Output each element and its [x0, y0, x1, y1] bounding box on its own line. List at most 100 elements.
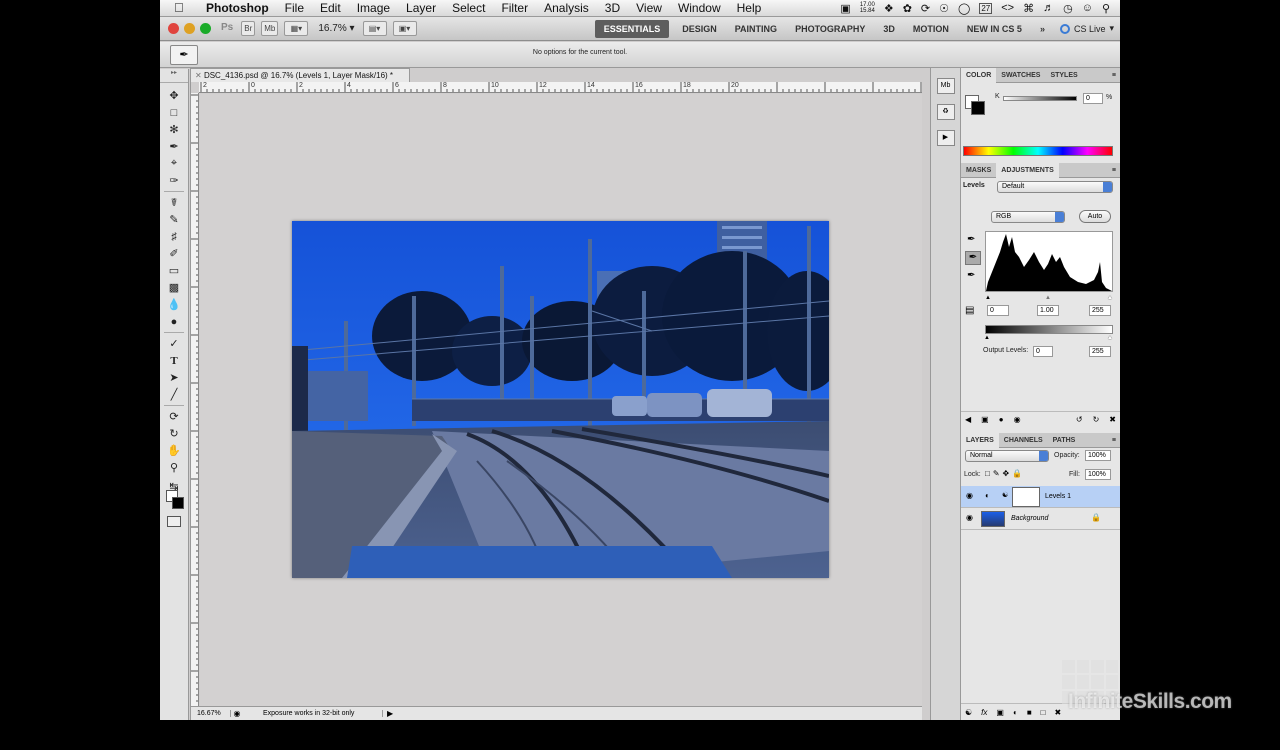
- path-selection-icon[interactable]: ➤: [164, 369, 184, 386]
- opacity-field[interactable]: 100%: [1085, 450, 1111, 461]
- actions-panel-icon[interactable]: ▶: [936, 130, 955, 146]
- tab-adjustments[interactable]: ADJUSTMENTS: [996, 162, 1059, 178]
- menu-image[interactable]: Image: [349, 1, 398, 15]
- monitor-icon[interactable]: ▣: [840, 2, 850, 15]
- lasso-tool-icon[interactable]: ✻: [164, 121, 184, 138]
- gradient-tool-icon[interactable]: ▩: [164, 279, 184, 296]
- layer-row-levels[interactable]: ◉ ◐ ☯ Levels 1: [961, 486, 1120, 508]
- document-tab[interactable]: ✕ DSC_4136.psd @ 16.7% (Levels 1, Layer …: [190, 68, 410, 82]
- hand-tool-icon[interactable]: ✋: [164, 442, 184, 459]
- status-menu-arrow-icon[interactable]: ▶: [383, 709, 393, 718]
- output-black-handle[interactable]: ▲: [984, 335, 990, 341]
- close-document-icon[interactable]: ✕: [195, 71, 202, 80]
- view-extras-icon[interactable]: ▦▾: [284, 21, 309, 36]
- layer-style-icon[interactable]: fx: [981, 708, 987, 717]
- sync-icon[interactable]: ⟳: [921, 2, 930, 15]
- zoom-button[interactable]: [200, 23, 211, 34]
- code-icon[interactable]: <>: [1001, 2, 1014, 14]
- output-black-field[interactable]: 0: [1033, 346, 1053, 357]
- menu-3d[interactable]: 3D: [597, 1, 628, 15]
- eraser-tool-icon[interactable]: ▭: [164, 262, 184, 279]
- status-zoom[interactable]: 16.67%: [191, 710, 231, 717]
- layer-mask-thumbnail[interactable]: [1012, 487, 1040, 507]
- layer-row-background[interactable]: ◉ Background 🔒: [961, 508, 1120, 530]
- input-sliders[interactable]: ▲ ▲ ▲: [985, 295, 1115, 301]
- cs-live-button[interactable]: CS Live ▾: [1054, 23, 1120, 34]
- blend-mode-dropdown[interactable]: Normal: [965, 450, 1049, 462]
- type-tool-icon[interactable]: T: [164, 352, 184, 369]
- arrange-documents-icon[interactable]: ▤▾: [362, 21, 387, 36]
- minimize-button[interactable]: [184, 23, 195, 34]
- output-white-handle[interactable]: ▲: [1107, 335, 1113, 341]
- k-slider[interactable]: [1003, 96, 1077, 101]
- move-tool-icon[interactable]: ✥: [164, 87, 184, 104]
- close-button[interactable]: [168, 23, 179, 34]
- spotlight-icon[interactable]: ⚲: [1102, 2, 1110, 15]
- marquee-tool-icon[interactable]: □: [164, 104, 184, 121]
- expanded-view-icon[interactable]: ▣: [981, 415, 989, 424]
- delete-adjustment-icon[interactable]: ✖: [1109, 415, 1120, 424]
- input-gamma-field[interactable]: 1.00: [1037, 305, 1059, 316]
- tab-channels[interactable]: CHANNELS: [999, 433, 1048, 448]
- paw-icon[interactable]: ✿: [903, 2, 912, 15]
- delete-layer-icon[interactable]: ✖: [1055, 708, 1062, 717]
- visibility-eye-icon[interactable]: ◉: [964, 513, 975, 523]
- workspace-3d[interactable]: 3D: [874, 24, 904, 34]
- pen-tool-icon[interactable]: ✓: [164, 335, 184, 352]
- visibility-toggle-icon[interactable]: ◉: [1014, 415, 1021, 424]
- menu-view[interactable]: View: [628, 1, 670, 15]
- zoom-tool-icon[interactable]: ⚲: [164, 459, 184, 476]
- fill-field[interactable]: 100%: [1085, 469, 1111, 480]
- menu-select[interactable]: Select: [444, 1, 493, 15]
- eyedropper-tool-icon[interactable]: ✑: [164, 172, 184, 189]
- panel-menu-icon[interactable]: ≡: [1112, 72, 1120, 79]
- document-image[interactable]: [292, 221, 829, 578]
- minibridge-button[interactable]: Mb: [261, 21, 279, 36]
- workspace-motion[interactable]: MOTION: [904, 24, 958, 34]
- history-panel-icon[interactable]: ♻: [936, 104, 955, 120]
- user-icon[interactable]: ☺: [1082, 2, 1093, 14]
- menu-window[interactable]: Window: [670, 1, 729, 15]
- menu-filter[interactable]: Filter: [493, 1, 536, 15]
- new-group-icon[interactable]: ■: [1027, 708, 1032, 717]
- color-bg-swatch[interactable]: [971, 101, 985, 115]
- white-point-eyedropper-icon[interactable]: ✒: [967, 270, 975, 281]
- workspace-painting[interactable]: PAINTING: [726, 24, 786, 34]
- tab-styles[interactable]: STYLES: [1045, 68, 1082, 83]
- black-point-eyedropper-icon[interactable]: ✒: [967, 234, 975, 245]
- vertical-ruler[interactable]: [191, 93, 199, 709]
- menu-analysis[interactable]: Analysis: [536, 1, 597, 15]
- k-value-field[interactable]: 0: [1083, 93, 1103, 104]
- add-mask-icon[interactable]: ▣: [996, 708, 1004, 717]
- menu-edit[interactable]: Edit: [312, 1, 349, 15]
- new-adjustment-icon[interactable]: ◐: [1013, 708, 1018, 717]
- panel-menu-icon[interactable]: ≡: [1112, 437, 1120, 444]
- wifi-icon[interactable]: ⌘: [1023, 2, 1034, 15]
- clone-stamp-icon[interactable]: ♯: [164, 228, 184, 245]
- workspace-photography[interactable]: PHOTOGRAPHY: [786, 24, 874, 34]
- channel-dropdown[interactable]: RGB: [991, 211, 1065, 223]
- globe-icon[interactable]: ◯: [958, 2, 970, 15]
- new-layer-icon[interactable]: □: [1041, 708, 1046, 717]
- previous-state-icon[interactable]: ↺: [1076, 415, 1083, 424]
- color-ramp[interactable]: [963, 146, 1113, 156]
- gamma-input-handle[interactable]: ▲: [1045, 295, 1051, 301]
- input-black-field[interactable]: 0: [987, 305, 1009, 316]
- lock-options-icons[interactable]: □✎✥🔒: [985, 469, 1025, 478]
- brush-tool-icon[interactable]: ✎: [164, 211, 184, 228]
- link-icon[interactable]: ☯: [1002, 491, 1008, 499]
- workspace-design[interactable]: DESIGN: [673, 24, 726, 34]
- menu-help[interactable]: Help: [729, 1, 770, 15]
- workspace-new-in-cs5[interactable]: NEW IN CS 5: [958, 24, 1031, 34]
- quick-selection-icon[interactable]: ✒: [164, 138, 184, 155]
- volume-icon[interactable]: ♬: [1043, 2, 1054, 14]
- menu-layer[interactable]: Layer: [398, 1, 444, 15]
- bridge-button[interactable]: Br: [241, 21, 256, 36]
- healing-brush-icon[interactable]: ☤: [164, 194, 184, 211]
- auto-button[interactable]: Auto: [1079, 210, 1111, 223]
- screen-mode-icon[interactable]: ▣▾: [392, 21, 417, 36]
- tools-collapse-icon[interactable]: ▸▸: [160, 69, 188, 83]
- accessibility-icon[interactable]: ☉: [939, 2, 949, 15]
- output-white-field[interactable]: 255: [1089, 346, 1111, 357]
- menu-file[interactable]: File: [277, 1, 312, 15]
